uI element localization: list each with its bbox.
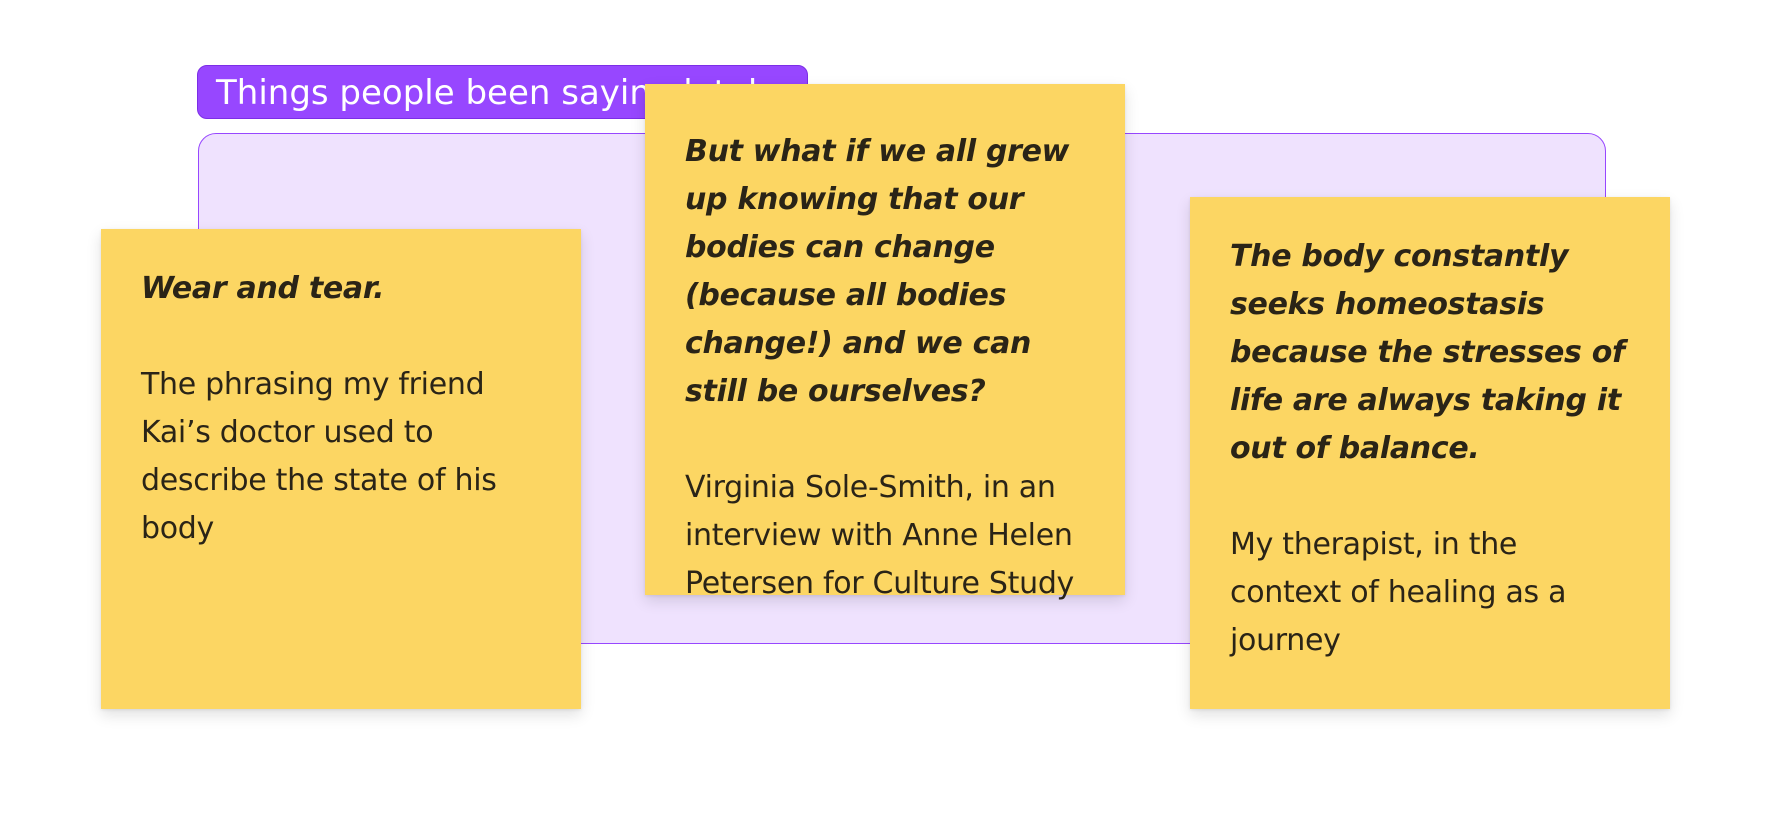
sticky-note-quote: But what if we all grew up knowing that … (685, 134, 1070, 409)
sticky-note-attribution: Virginia Sole-Smith, in an interview wit… (685, 470, 1075, 601)
sticky-note-bodies-change[interactable]: But what if we all grew up knowing that … (645, 84, 1125, 601)
sticky-note-quote: The body constantly seeks homeostasis be… (1230, 239, 1625, 466)
sticky-note-attribution: The phrasing my friend Kai’s doctor used… (141, 367, 497, 546)
sticky-note-attribution: My therapist, in the context of healing … (1230, 527, 1567, 658)
sticky-note-wear-and-tear[interactable]: Wear and tear. The phrasing my friend Ka… (101, 229, 581, 709)
sticky-note-homeostasis[interactable]: The body constantly seeks homeostasis be… (1190, 197, 1670, 709)
sticky-note-spacer (1230, 473, 1630, 521)
sticky-note-spacer (141, 313, 541, 361)
whiteboard-canvas[interactable]: Things people been saying lately Wear an… (0, 0, 1768, 824)
sticky-note-spacer (685, 416, 1085, 464)
sticky-note-quote: Wear and tear. (141, 271, 385, 306)
